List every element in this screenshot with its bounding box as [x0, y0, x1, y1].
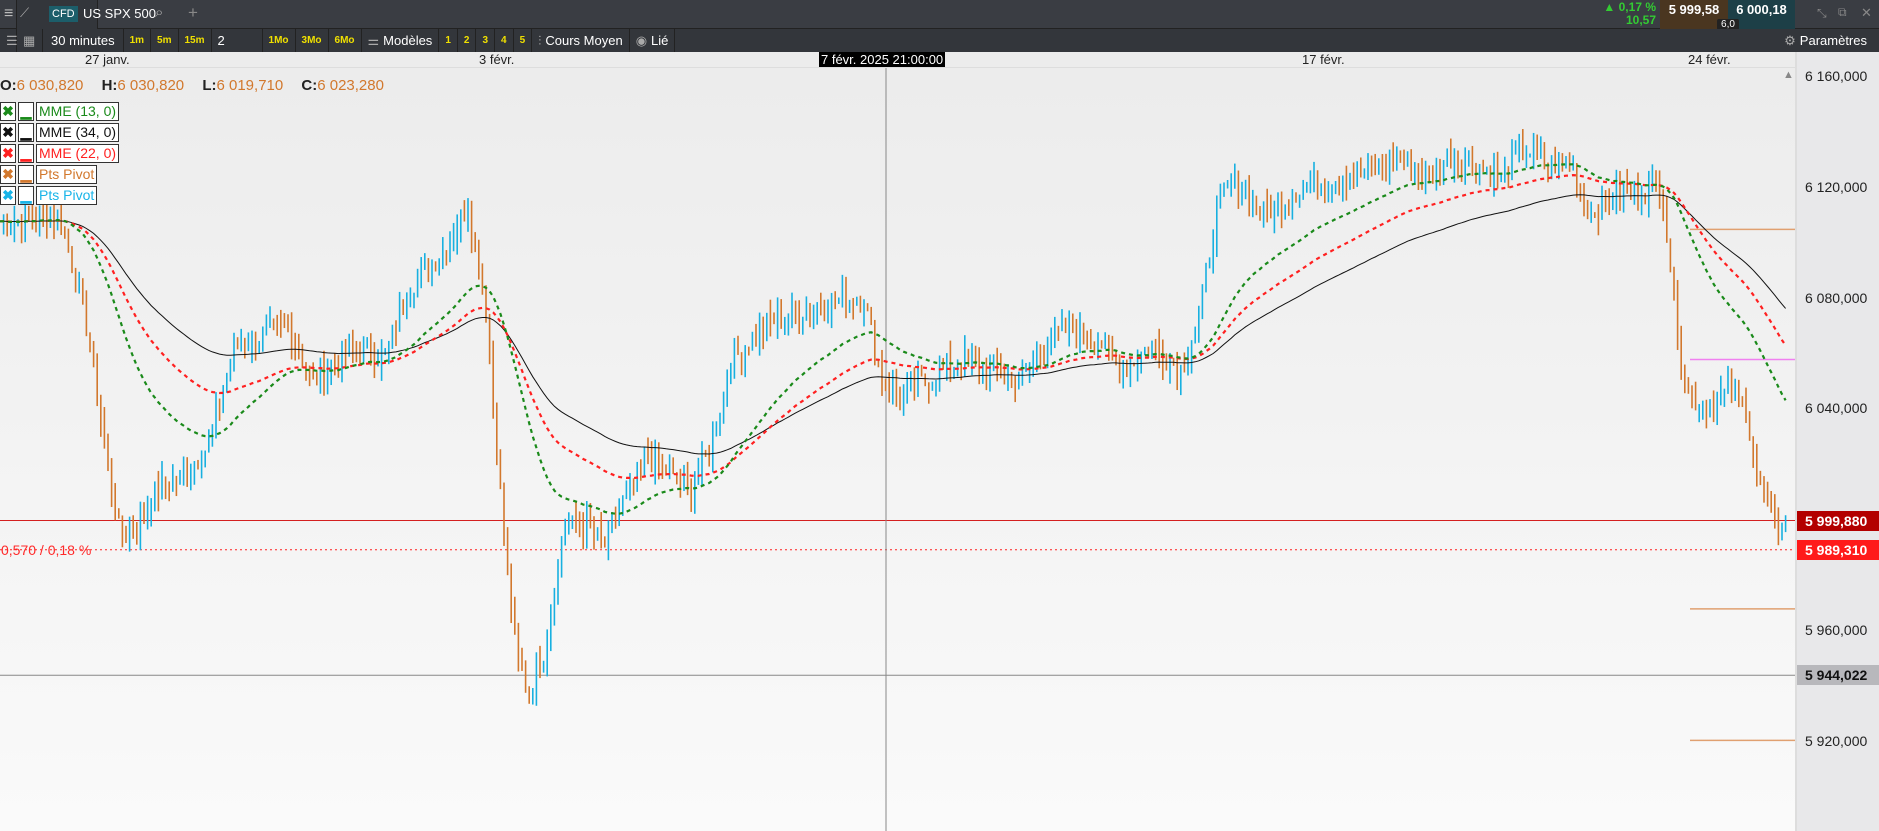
low-value: 6 019,710 [216, 77, 284, 94]
search-icon[interactable]: ⌕ [155, 4, 163, 21]
line-style-icon[interactable]: ▁ [18, 102, 34, 121]
ref-price-label: 5 989,310 [1797, 539, 1879, 560]
interval-5m[interactable]: 5m [151, 29, 179, 52]
ema-34-line [0, 194, 1786, 455]
price-tick: 5 920,000 [1805, 732, 1868, 749]
cursor-price-label: 5 944,022 [1797, 665, 1879, 686]
templates-label: Modèles [383, 33, 433, 48]
sliders-icon: ⚌ [367, 33, 380, 48]
low-label: L: [202, 77, 217, 94]
price-tick: 6 040,000 [1805, 400, 1868, 417]
legend-item: ✖ ▁ MME (22, 0) [0, 144, 120, 163]
line-style-icon[interactable]: ▁ [18, 123, 34, 142]
instrument-name[interactable]: US SPX 500 [83, 6, 156, 21]
range-select[interactable]: 2 Mois [212, 29, 263, 71]
ema-13-line [0, 163, 1787, 515]
line-style-icon[interactable]: ▁ [18, 186, 34, 205]
templates-button[interactable]: ⚌ Modèles [362, 29, 440, 52]
legend-item: ✖ ▁ Pts Pivot [0, 186, 98, 205]
indicator-label[interactable]: MME (34, 0) [36, 123, 120, 142]
remove-indicator-icon[interactable]: ✖ [0, 123, 16, 142]
slot-2[interactable]: 2 [458, 29, 477, 52]
popout-icon[interactable]: ⧉ [1838, 5, 1847, 20]
top-bar: ≡ ⟋ CFD US SPX 500 ⌕ + ▲ 0,17 % 10,57 5 … [0, 0, 1879, 30]
minimize-icon[interactable]: ⤡ [1817, 6, 1827, 21]
indicator-label[interactable]: MME (13, 0) [36, 102, 120, 121]
link-icon: ◉ [635, 33, 648, 48]
date-label: 27 janv. [85, 52, 130, 67]
remove-indicator-icon[interactable]: ✖ [0, 144, 16, 163]
date-label: 24 févr. [1688, 52, 1731, 67]
gear-icon: ⚙ [1784, 33, 1796, 48]
high-value: 6 030,820 [117, 77, 185, 94]
close-label: C: [301, 77, 318, 94]
date-axis: 27 janv. 3 févr. 17 févr. 24 févr. 7 fév… [0, 52, 1795, 68]
chart-type-label: Cours Moyen [545, 33, 623, 48]
range-6mo[interactable]: 6Mo [329, 29, 362, 52]
interval-15m[interactable]: 15m [179, 29, 212, 52]
range-3mo[interactable]: 3Mo [296, 29, 329, 52]
line-style-icon[interactable]: ▁ [18, 165, 34, 184]
price-tick: 6 160,000 [1805, 68, 1868, 84]
menu-icon[interactable]: ≡ [4, 5, 13, 23]
high-label: H: [101, 77, 118, 94]
slot-4[interactable]: 4 [495, 29, 514, 52]
last-price-label: 5 999,880 [1797, 510, 1879, 531]
ema-22-line [0, 173, 1787, 480]
layout-icon[interactable]: ▦ [17, 29, 43, 52]
legend-item: ✖ ▁ MME (13, 0) [0, 102, 120, 121]
slot-5[interactable]: 5 [514, 29, 533, 52]
date-label: 17 févr. [1302, 52, 1345, 67]
list-icon[interactable]: ☰ [0, 29, 18, 52]
close-value: 6 023,280 [317, 77, 384, 94]
add-tab-icon[interactable]: + [188, 3, 198, 23]
indicator-label[interactable]: Pts Pivot [36, 186, 98, 205]
slot-1[interactable]: 1 [439, 29, 458, 52]
ref-change-label: 0,570 / 0,18 % [1, 542, 92, 558]
chart-canvas[interactable] [0, 68, 1795, 831]
remove-indicator-icon[interactable]: ✖ [0, 186, 16, 205]
date-label: 3 févr. [479, 52, 515, 67]
chart-toolbar: ☰ ▦ 30 minutes 1m 5m 15m 2 Mois 1Mo 3Mo … [0, 29, 1879, 71]
chart-icon: ⟋ [20, 5, 30, 20]
chart-type-button[interactable]: ⫶ Cours Moyen [532, 29, 630, 52]
interval-1m[interactable]: 1m [124, 29, 152, 52]
legend-item: ✖ ▁ Pts Pivot [0, 165, 98, 184]
remove-indicator-icon[interactable]: ✖ [0, 165, 16, 184]
line-style-icon[interactable]: ▁ [18, 144, 34, 163]
price-axis[interactable]: ▲ 6 160,000 6 120,000 6 080,000 6 040,000 5 … [1783, 52, 1879, 831]
price-tick: 5 960,000 [1805, 622, 1868, 638]
instrument-type-badge: CFD [49, 6, 78, 22]
open-value: 6 030,820 [16, 77, 84, 94]
price-tick: 6 080,000 [1805, 289, 1868, 306]
price-tick: 6 120,000 [1805, 178, 1868, 195]
crosshair-date: 7 févr. 2025 21:00:00 [819, 52, 946, 67]
scroll-up-icon[interactable]: ▲ [1783, 69, 1794, 81]
settings-label: Paramètres [1799, 33, 1867, 48]
link-button[interactable]: ◉ Lié [630, 29, 676, 52]
change-abs: 10,57 [1625, 13, 1656, 27]
settings-button[interactable]: ⚙ Paramètres [1778, 29, 1873, 52]
link-label: Lié [651, 33, 669, 48]
open-label: O: [0, 77, 17, 94]
slot-3[interactable]: 3 [476, 29, 495, 52]
close-icon[interactable]: ✕ [1861, 5, 1872, 21]
indicator-label[interactable]: MME (22, 0) [36, 144, 120, 163]
price-chart[interactable] [0, 68, 1795, 831]
interval-select[interactable]: 30 minutes [43, 29, 124, 52]
range-1mo[interactable]: 1Mo [263, 29, 296, 52]
legend-item: ✖ ▁ MME (34, 0) [0, 123, 120, 142]
change-box: ▲ 0,17 % 10,57 [1597, 0, 1660, 29]
ohlc-readout: O:6 030,820 H:6 030,820 L:6 019,710 C:6 … [0, 77, 398, 94]
candles-icon: ⫶ [538, 33, 542, 48]
remove-indicator-icon[interactable]: ✖ [0, 102, 16, 121]
indicator-label[interactable]: Pts Pivot [36, 165, 98, 184]
